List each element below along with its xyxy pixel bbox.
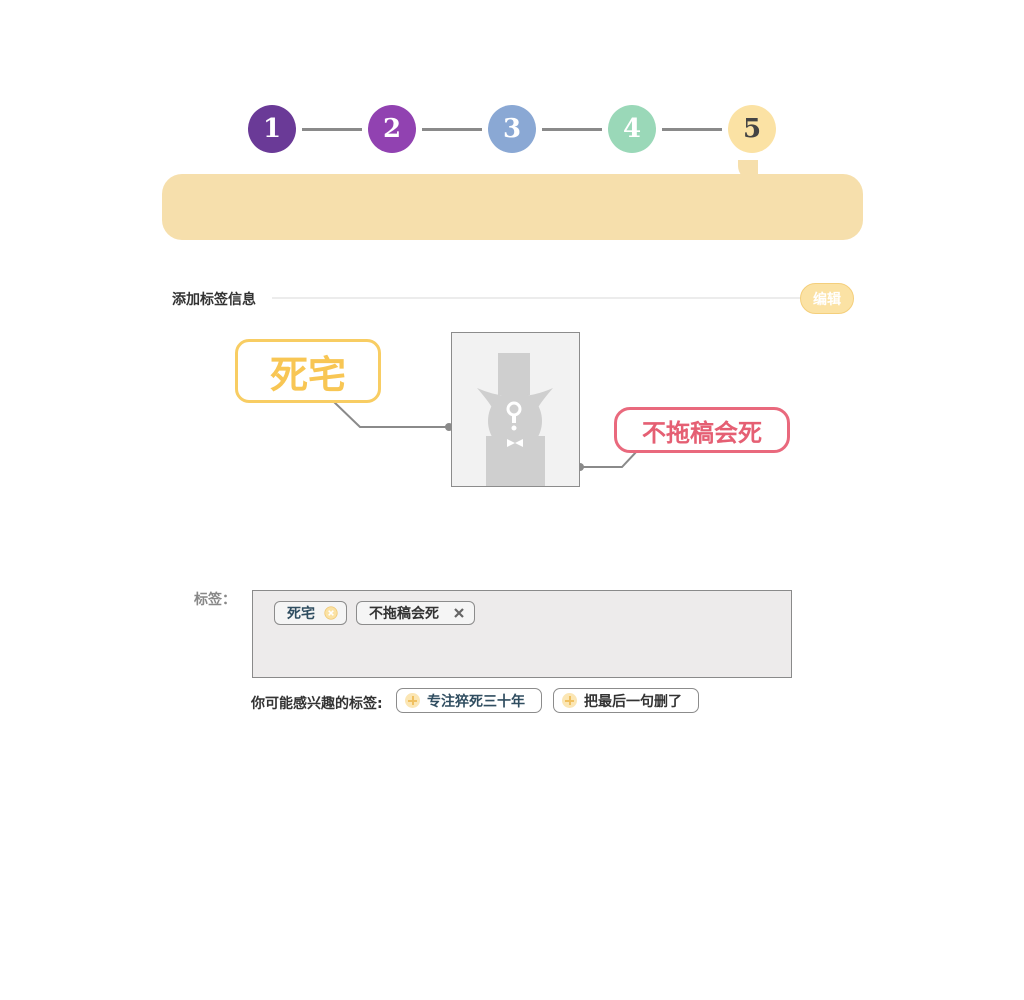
suggestion-chip[interactable]: 把最后一句删了	[553, 688, 699, 713]
suggestion-label: 把最后一句删了	[584, 693, 682, 710]
mystery-gentleman-icon	[477, 353, 553, 486]
tag-chip-label: 不拖稿会死	[369, 606, 439, 622]
tag-chip: 不拖稿会死	[356, 601, 475, 625]
suggestions-label: 你可能感兴趣的标签:	[251, 696, 383, 712]
tag-chip: 死宅	[274, 601, 347, 625]
suggestion-label: 专注猝死三十年	[427, 693, 525, 710]
avatar	[451, 332, 580, 487]
close-circle-icon[interactable]	[324, 606, 338, 620]
close-icon[interactable]	[452, 606, 466, 620]
plus-circle-icon	[562, 693, 577, 708]
tags-input[interactable]: 死宅 不拖稿会死	[252, 590, 792, 678]
suggestion-chip[interactable]: 专注猝死三十年	[396, 688, 542, 713]
tag-bubble-right: 不拖稿会死	[614, 407, 790, 453]
tags-label: 标签：	[194, 592, 236, 608]
plus-circle-icon	[405, 693, 420, 708]
tag-chip-label: 死宅	[287, 606, 315, 622]
tag-connector-lines	[332, 400, 639, 471]
tag-bubble-left: 死宅	[235, 339, 381, 403]
